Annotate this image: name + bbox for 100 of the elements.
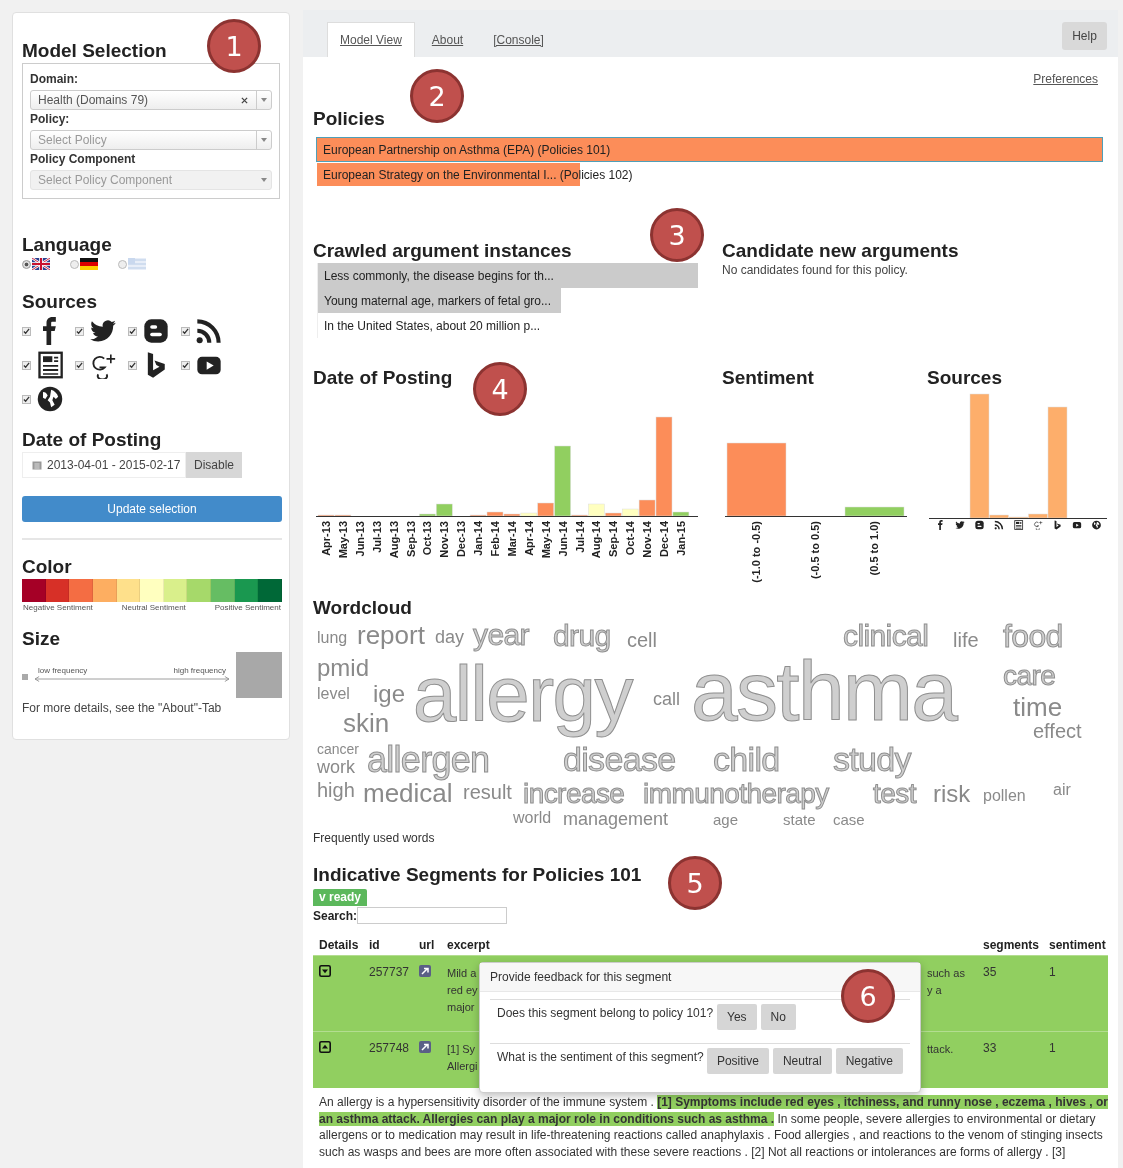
section-title: Language — [22, 233, 112, 257]
excerpt-text: Mild a — [447, 966, 478, 981]
cloud-word: age — [713, 812, 739, 827]
chart-title: Sentiment — [722, 366, 814, 390]
cloud-word: report — [357, 622, 425, 648]
cloud-word: medical — [363, 780, 453, 806]
axis-label: (-1.0 to -0.5) — [750, 521, 762, 583]
cloud-word: air — [1053, 782, 1071, 798]
column-header: excerpt — [447, 938, 491, 952]
scale-label: Positive Sentiment — [214, 602, 281, 613]
search-label: Search: — [313, 908, 358, 923]
cloud-word: immunotherapy — [643, 780, 829, 808]
cloud-word: cell — [627, 630, 657, 650]
table-cell-text: 1 — [1048, 1041, 1057, 1055]
section-title: Model Selection — [22, 39, 167, 63]
scale-label: Neutral Sentiment — [121, 602, 186, 613]
cloud-word: year — [473, 620, 529, 650]
axis-label: Feb-14 — [489, 521, 501, 557]
axis-label: Aug-13 — [387, 521, 400, 559]
cloud-word: allergen — [367, 742, 490, 778]
frequency-label: low frequency — [38, 666, 88, 676]
axis-label: Sep-14 — [607, 521, 620, 558]
cloud-word: lung — [317, 630, 348, 646]
section-title: Indicative Segments for Policies 101 — [313, 863, 642, 887]
cloud-word: increase — [523, 780, 625, 808]
section-title: Policies — [313, 107, 385, 131]
axis-label: May-14 — [539, 521, 552, 559]
field-label: Domain: — [30, 71, 79, 87]
column-header: segments — [982, 938, 1041, 952]
cloud-word: food — [1003, 620, 1063, 652]
axis-label: May-13 — [336, 521, 349, 559]
cloud-word: world — [513, 810, 552, 826]
table-cell-text: 35 — [982, 965, 998, 979]
axis-label: Oct-14 — [624, 521, 637, 556]
cloud-word: test — [873, 780, 916, 808]
empty-message: No candidates found for this policy. — [722, 263, 909, 277]
cloud-word: skin — [343, 710, 390, 736]
section-title: Date of Posting — [22, 428, 162, 452]
cloud-word: high — [317, 780, 355, 800]
cloud-word: clinical — [843, 621, 929, 651]
axis-label: Jan-15 — [674, 521, 687, 556]
cloud-word: care — [1003, 662, 1056, 690]
axis-label: Apr-14 — [522, 521, 535, 556]
column-header: id — [368, 938, 381, 952]
section-title: Wordcloud — [313, 596, 412, 620]
wordcloud-caption: Frequently used words — [313, 830, 436, 846]
cloud-word: study — [833, 742, 911, 776]
excerpt-text: red ey — [447, 983, 478, 998]
table-cell-text: 33 — [982, 1041, 998, 1055]
table-cell-text: 257748 — [368, 1041, 411, 1055]
excerpt-text: major — [447, 1000, 476, 1015]
column-header: sentiment — [1048, 938, 1107, 952]
cloud-word: case — [833, 812, 865, 827]
frequency-label: high frequency — [173, 666, 226, 676]
cloud-word: management — [563, 810, 669, 828]
cloud-word: work — [317, 758, 355, 776]
axis-label: Mar-14 — [505, 521, 518, 557]
cloud-word: time — [1013, 694, 1063, 720]
excerpt-text: ttack. — [927, 1042, 955, 1057]
chart-title: Date of Posting — [313, 366, 453, 390]
axis-label: Oct-13 — [421, 521, 434, 556]
column-header: Details — [318, 938, 360, 952]
excerpt-text: Allergi — [447, 1059, 478, 1074]
column-header: url — [418, 938, 436, 952]
axis-label: Nov-14 — [641, 521, 654, 558]
segment-details-text: An allergy is a hypersensitivity disorder of the immune system . [1] Symptoms include red eyes , itchiness, and runny nose , eczema , hives , or an asthma attack. Allergies can play a major role in conditions such as asthma . In some people, severe allergies to environmental or dietary allergens or to medication may result in life-threatening reactions called anaphylaxis . Food allergies , and reactions to the venom of stinging insects such as wasps and bees are more often associated with these severe reactions . [2] Not all reactions or intolerances are forms of allergy . [3] — [318, 1094, 1108, 1160]
section-title: Crawled argument instances — [313, 239, 572, 263]
chart-title: Sources — [927, 366, 1002, 390]
axis-label: Jan-14 — [472, 521, 485, 556]
section-title: Color — [22, 555, 72, 579]
cloud-word: level — [317, 686, 350, 702]
cloud-word: state — [783, 812, 816, 827]
status-badge: v ready — [313, 889, 368, 906]
scale-label: Negative Sentiment — [23, 602, 93, 613]
axis-label: Jul-14 — [573, 521, 586, 553]
cloud-word: allergy — [413, 652, 632, 738]
axis-label: Dec-14 — [658, 521, 670, 558]
axis-label: Sep-13 — [404, 521, 417, 558]
table-cell-text: 257737 — [368, 965, 411, 979]
axis-label: Jul-13 — [370, 521, 383, 553]
axis-label: Jun-14 — [556, 521, 569, 557]
cloud-word: result — [463, 782, 512, 802]
cloud-word: life — [953, 630, 979, 650]
cloud-word: pollen — [983, 788, 1026, 804]
cloud-word: disease — [563, 742, 676, 776]
details-note: For more details, see the "About"-Tab — [22, 700, 223, 716]
axis-label: (-0.5 to 0.5) — [809, 521, 821, 580]
question-text: Does this segment belong to policy 101? — [497, 1005, 715, 1022]
question-text: What is the sentiment of this segment? — [497, 1049, 705, 1066]
table-cell-text: 1 — [1048, 965, 1057, 979]
excerpt-text: such as — [927, 966, 966, 981]
section-title: Size — [22, 627, 61, 651]
axis-label: Dec-13 — [455, 521, 468, 558]
cloud-word: effect — [1033, 721, 1082, 741]
cloud-word: pmid — [317, 656, 370, 680]
excerpt-text: y a — [927, 983, 943, 998]
cloud-word: asthma — [691, 656, 957, 728]
cloud-word: drug — [553, 621, 611, 651]
axis-label: (0.5 to 1.0) — [868, 521, 880, 576]
axis-label: Nov-13 — [438, 521, 451, 558]
